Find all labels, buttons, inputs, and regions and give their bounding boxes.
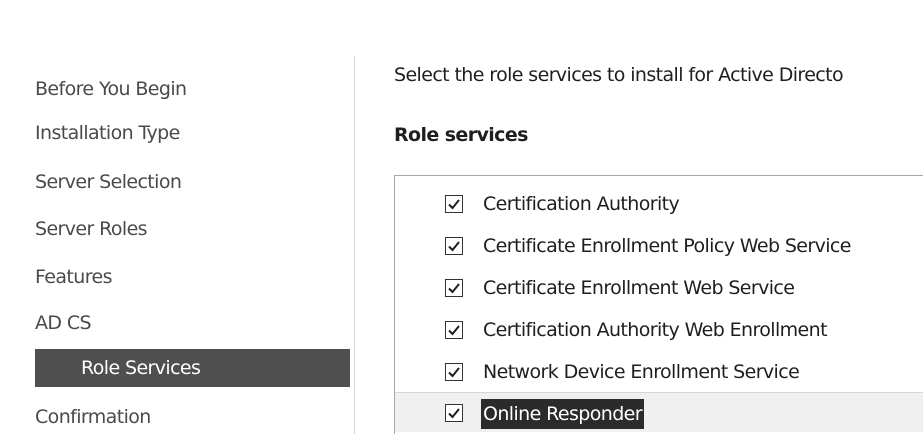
add-roles-wizard-page: Before You Begin Installation Type Serve… <box>0 0 923 434</box>
list-item-enrollment-policy-web-service[interactable]: Certificate Enrollment Policy Web Servic… <box>395 226 923 266</box>
role-services-list[interactable]: Certification Authority Certificate Enro… <box>394 175 923 434</box>
nav-divider <box>354 56 355 434</box>
role-service-label: Network Device Enrollment Service <box>483 361 800 383</box>
role-service-label: Certificate Enrollment Policy Web Servic… <box>483 235 851 257</box>
nav-item-server-selection[interactable]: Server Selection <box>35 163 182 201</box>
role-service-label: Certification Authority Web Enrollment <box>483 319 828 341</box>
list-item-ca-web-enrollment[interactable]: Certification Authority Web Enrollment <box>395 310 923 350</box>
list-item-enrollment-web-service[interactable]: Certificate Enrollment Web Service <box>395 268 923 308</box>
role-service-label: Certification Authority <box>483 193 680 215</box>
nav-item-installation-type[interactable]: Installation Type <box>35 114 180 152</box>
nav-item-before-you-begin[interactable]: Before You Begin <box>35 70 187 108</box>
list-item-online-responder[interactable]: Online Responder <box>395 392 923 432</box>
role-services-heading: Role services <box>394 124 528 146</box>
checkbox-checked-icon[interactable] <box>445 321 463 339</box>
main-content: Select the role services to install for … <box>394 0 923 434</box>
role-service-label: Certificate Enrollment Web Service <box>483 277 795 299</box>
checkbox-checked-icon[interactable] <box>445 279 463 297</box>
checkbox-checked-icon[interactable] <box>445 404 463 422</box>
wizard-navigation: Before You Begin Installation Type Serve… <box>0 0 352 434</box>
checkbox-checked-icon[interactable] <box>445 195 463 213</box>
nav-item-confirmation[interactable]: Confirmation <box>35 398 151 434</box>
nav-item-server-roles[interactable]: Server Roles <box>35 210 148 248</box>
nav-item-features[interactable]: Features <box>35 258 113 296</box>
list-item-network-device-enrollment-service[interactable]: Network Device Enrollment Service <box>395 352 923 392</box>
role-service-label: Online Responder <box>481 399 644 429</box>
checkbox-checked-icon[interactable] <box>445 363 463 381</box>
nav-item-ad-cs[interactable]: AD CS <box>35 304 92 342</box>
intro-text: Select the role services to install for … <box>394 64 844 86</box>
list-item-certification-authority[interactable]: Certification Authority <box>395 184 923 224</box>
nav-item-role-services[interactable]: Role Services <box>35 349 350 387</box>
checkbox-checked-icon[interactable] <box>445 237 463 255</box>
